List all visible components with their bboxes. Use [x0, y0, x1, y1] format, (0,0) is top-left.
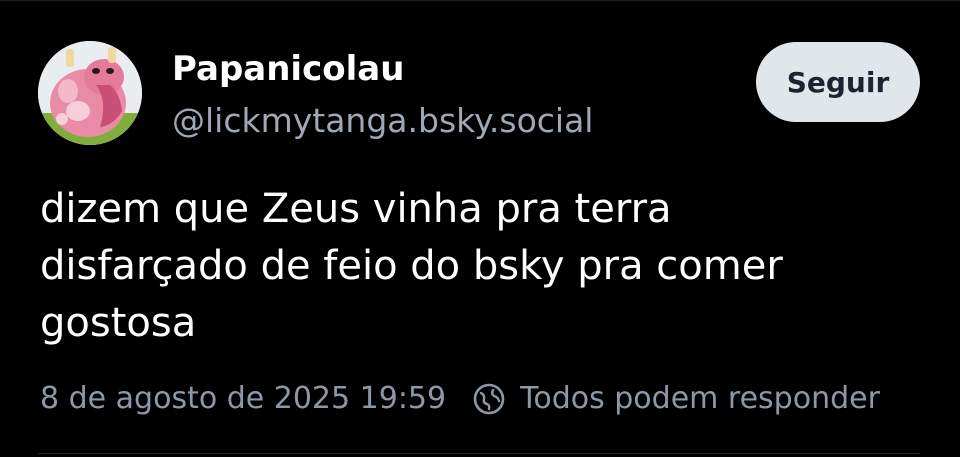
author-display-name[interactable]: Papanicolau	[172, 47, 593, 91]
follow-button[interactable]: Seguir	[756, 42, 920, 122]
divider	[38, 453, 920, 454]
post-timestamp[interactable]: 8 de agosto de 2025 19:59	[40, 381, 446, 416]
author-info: Papanicolau @lickmytanga.bsky.social	[172, 47, 593, 143]
reply-setting-label: Todos podem responder	[520, 381, 880, 416]
post-meta: 8 de agosto de 2025 19:59 Todos podem re…	[40, 381, 880, 416]
post-text: dizem que Zeus vinha pra terra disfarçad…	[40, 186, 783, 346]
pink-pokemon-avatar-icon	[38, 41, 142, 145]
reply-setting: Todos podem responder	[472, 381, 880, 416]
globe-earth-icon	[473, 383, 505, 414]
author-handle[interactable]: @lickmytanga.bsky.social	[172, 99, 593, 143]
avatar[interactable]	[38, 41, 142, 145]
post-card: Papanicolau @lickmytanga.bsky.social Seg…	[0, 0, 960, 457]
